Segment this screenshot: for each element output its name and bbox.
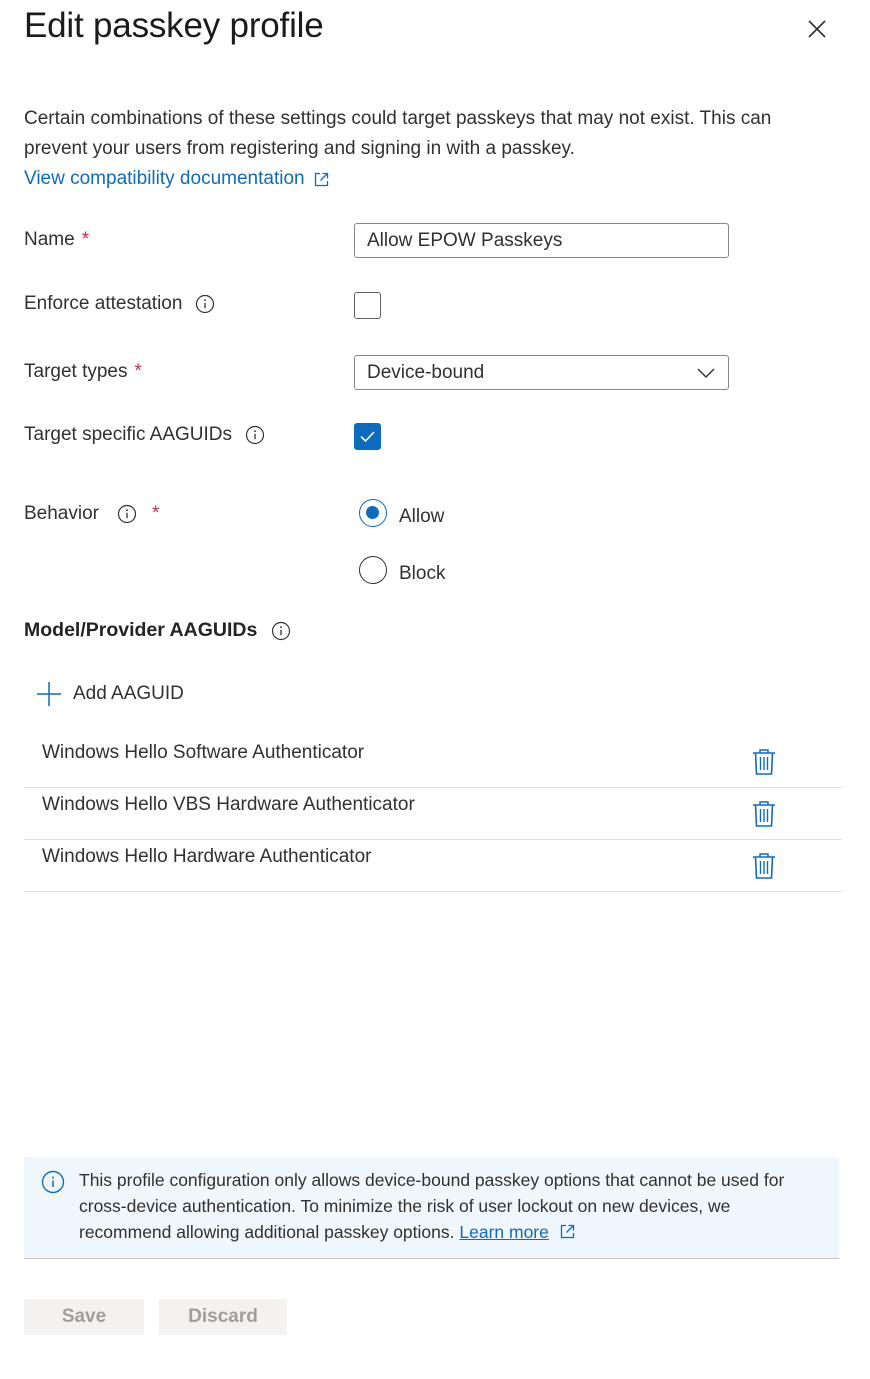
target-specific-aaguids-checkbox[interactable] xyxy=(354,423,381,450)
discard-button[interactable]: Discard xyxy=(159,1299,287,1335)
target-types-selected-value: Device-bound xyxy=(367,361,485,383)
trash-icon xyxy=(753,853,775,879)
enforce-attestation-checkbox[interactable] xyxy=(354,292,381,319)
name-label-text: Name xyxy=(24,229,75,250)
page-title: Edit passkey profile xyxy=(24,6,324,45)
target-specific-aaguids-label: Target specific AAGUIDs xyxy=(24,424,265,446)
behavior-label: Behavior * xyxy=(24,503,159,525)
aaguids-section-title-text: Model/Provider AAGUIDs xyxy=(24,619,258,641)
aaguids-section-title: Model/Provider AAGUIDs xyxy=(24,619,291,642)
external-link-icon xyxy=(314,172,328,186)
list-item: Windows Hello Hardware Authenticator xyxy=(24,840,842,892)
behavior-option-block[interactable]: Block xyxy=(359,555,445,585)
aaguid-list: Windows Hello Software Authenticator Win… xyxy=(24,736,842,892)
learn-more-link[interactable]: Learn more xyxy=(459,1222,549,1242)
aaguid-name: Windows Hello Hardware Authenticator xyxy=(42,846,372,867)
save-button[interactable]: Save xyxy=(24,1299,144,1335)
trash-icon xyxy=(753,801,775,827)
enforce-attestation-label: Enforce attestation xyxy=(24,293,215,315)
info-message-body: This profile configuration only allows d… xyxy=(79,1170,785,1242)
trash-icon xyxy=(753,749,775,775)
target-types-dropdown[interactable]: Device-bound xyxy=(354,355,729,390)
info-icon[interactable] xyxy=(117,504,137,524)
info-message-text: This profile configuration only allows d… xyxy=(79,1167,824,1245)
add-aaguid-button[interactable]: Add AAGUID xyxy=(36,681,184,707)
checkmark-icon xyxy=(360,431,375,443)
info-icon[interactable] xyxy=(245,425,265,445)
compatibility-doc-link-label: View compatibility documentation xyxy=(24,168,305,189)
close-icon xyxy=(808,20,826,38)
list-item: Windows Hello VBS Hardware Authenticator xyxy=(24,788,842,840)
enforce-attestation-label-text: Enforce attestation xyxy=(24,293,183,314)
external-link-icon xyxy=(560,1224,574,1239)
plus-icon xyxy=(37,682,61,706)
chevron-down-icon xyxy=(697,368,715,378)
behavior-option-allow[interactable]: Allow xyxy=(359,498,444,528)
required-indicator: * xyxy=(134,361,142,382)
behavior-label-text: Behavior xyxy=(24,503,99,524)
intro-text: Certain combinations of these settings c… xyxy=(24,108,772,159)
info-icon xyxy=(41,1170,65,1194)
aaguid-name: Windows Hello Software Authenticator xyxy=(42,742,365,763)
delete-aaguid-button[interactable] xyxy=(752,800,776,828)
compatibility-doc-link[interactable]: View compatibility documentation xyxy=(24,164,329,194)
required-indicator: * xyxy=(81,229,90,250)
delete-aaguid-button[interactable] xyxy=(752,748,776,776)
info-icon[interactable] xyxy=(195,294,215,314)
delete-aaguid-button[interactable] xyxy=(752,852,776,880)
radio-block[interactable] xyxy=(359,556,387,584)
target-types-label: Target types * xyxy=(24,361,142,383)
info-icon[interactable] xyxy=(271,621,291,641)
name-label: Name * xyxy=(24,229,89,251)
list-item: Windows Hello Software Authenticator xyxy=(24,736,842,788)
aaguid-name: Windows Hello VBS Hardware Authenticator xyxy=(42,794,415,815)
close-button[interactable] xyxy=(802,14,832,44)
radio-allow-label: Allow xyxy=(399,506,445,527)
required-indicator: * xyxy=(152,503,160,524)
add-aaguid-label: Add AAGUID xyxy=(73,683,184,704)
name-input[interactable] xyxy=(354,223,729,258)
radio-block-label: Block xyxy=(399,563,446,584)
learn-more-label: Learn more xyxy=(459,1222,549,1242)
radio-allow[interactable] xyxy=(359,499,387,527)
info-message-bar: This profile configuration only allows d… xyxy=(24,1157,839,1259)
target-specific-aaguids-label-text: Target specific AAGUIDs xyxy=(24,424,233,445)
target-types-label-text: Target types xyxy=(24,361,128,382)
